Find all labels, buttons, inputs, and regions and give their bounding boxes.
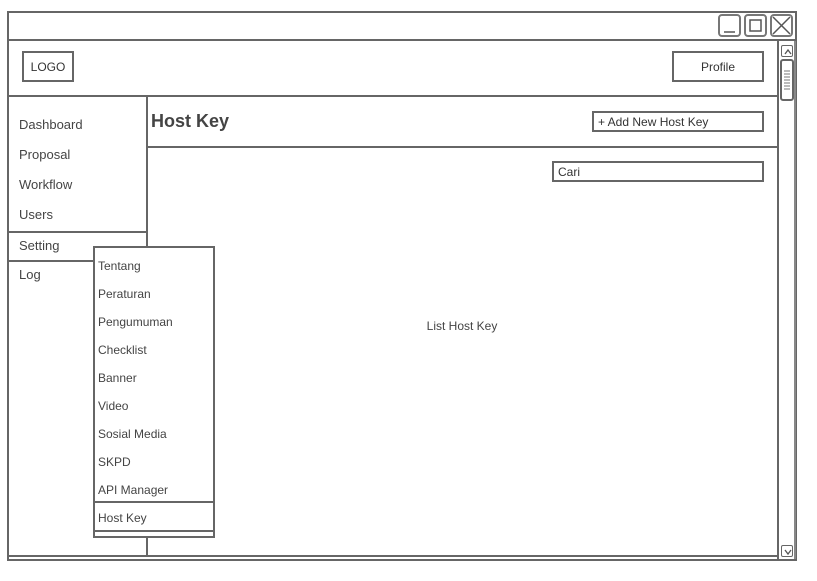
logo: LOGO xyxy=(22,51,74,82)
scrollbar-thumb[interactable] xyxy=(780,59,794,101)
chevron-up-icon xyxy=(784,48,792,55)
minimize-button[interactable] xyxy=(718,14,741,37)
menu-item-pengumuman[interactable]: Pengumuman xyxy=(98,314,173,330)
minimize-icon xyxy=(724,31,735,33)
vertical-scrollbar[interactable] xyxy=(777,41,796,559)
sidebar-item-workflow[interactable]: Workflow xyxy=(19,176,72,194)
content-bottom-border xyxy=(7,555,778,557)
search-input[interactable]: Cari xyxy=(552,161,764,182)
menu-item-host-key[interactable]: Host Key xyxy=(98,510,147,526)
menu-item-checklist[interactable]: Checklist xyxy=(98,342,147,358)
maximize-icon xyxy=(749,19,762,32)
host-key-list: List Host Key xyxy=(426,319,498,333)
sidebar-item-users[interactable]: Users xyxy=(19,206,53,224)
sidebar-item-proposal[interactable]: Proposal xyxy=(19,146,70,164)
menu-item-api-manager[interactable]: API Manager xyxy=(98,482,168,498)
menu-item-peraturan[interactable]: Peraturan xyxy=(98,286,151,302)
close-button[interactable] xyxy=(770,14,793,37)
chevron-down-icon xyxy=(784,549,792,556)
menu-item-banner[interactable]: Banner xyxy=(98,370,137,386)
header-divider xyxy=(7,95,778,97)
menu-item-video[interactable]: Video xyxy=(98,398,128,414)
grip-icon xyxy=(784,70,790,90)
menu-item-sosial-media[interactable]: Sosial Media xyxy=(98,426,167,442)
scroll-down-button[interactable] xyxy=(781,545,793,557)
sidebar-item-log[interactable]: Log xyxy=(19,266,41,284)
profile-button[interactable]: Profile xyxy=(672,51,764,82)
close-icon xyxy=(772,16,791,35)
titlebar-divider xyxy=(7,39,797,41)
sidebar-item-dashboard[interactable]: Dashboard xyxy=(19,116,83,134)
sidebar-item-setting-label: Setting xyxy=(19,238,60,253)
maximize-button[interactable] xyxy=(744,14,767,37)
content-header-divider xyxy=(148,146,778,148)
menu-item-tentang[interactable]: Tentang xyxy=(98,258,141,274)
scroll-up-button[interactable] xyxy=(781,45,793,57)
menu-item-skpd[interactable]: SKPD xyxy=(98,454,131,470)
add-host-key-button[interactable]: + Add New Host Key xyxy=(592,111,764,132)
page-title: Host Key xyxy=(151,111,230,131)
